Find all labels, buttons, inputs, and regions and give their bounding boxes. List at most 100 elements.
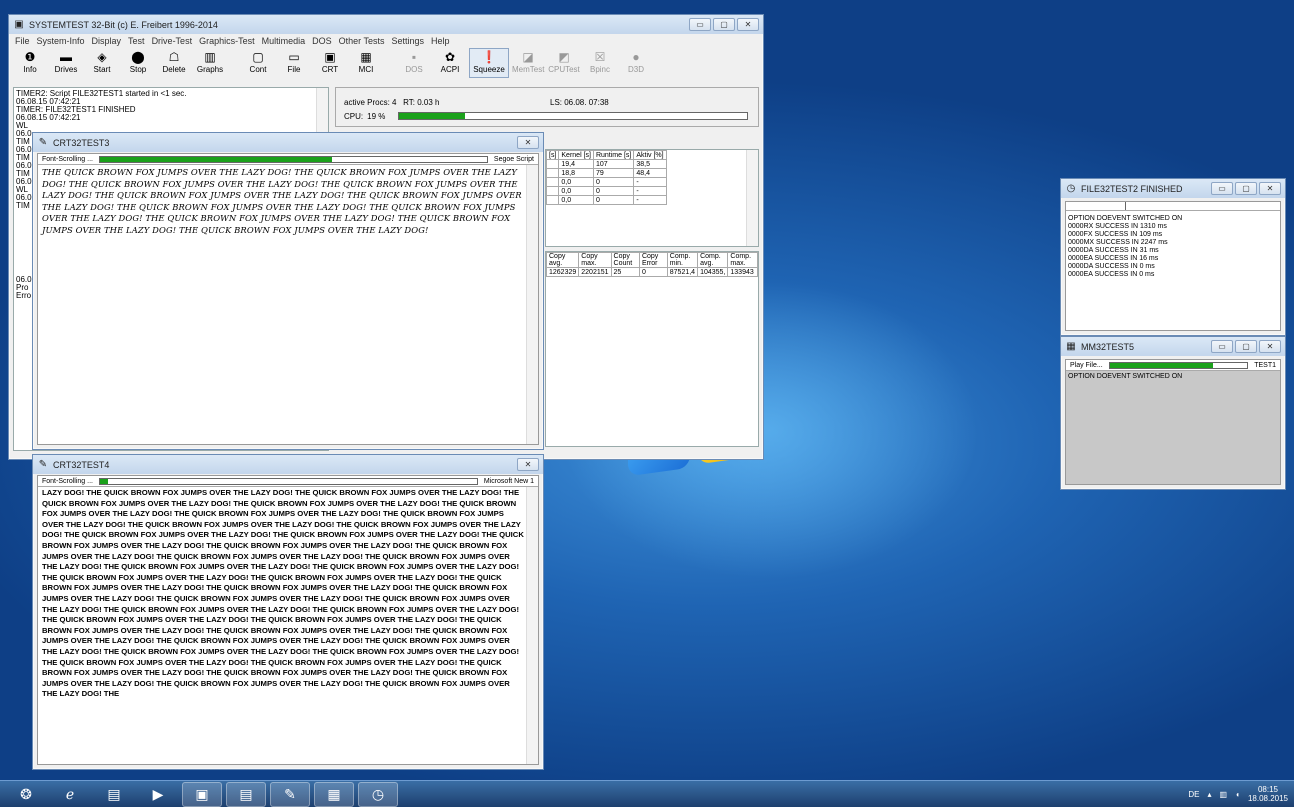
language-indicator[interactable]: DE xyxy=(1188,790,1199,799)
stop-button[interactable]: ⬤ Stop xyxy=(121,48,155,78)
toolbar-label: Delete xyxy=(162,65,186,74)
crt3-progress-fill xyxy=(99,156,333,162)
toolbar-label: CPUTest xyxy=(548,65,580,74)
close-button[interactable]: ✕ xyxy=(1259,182,1281,195)
info-button[interactable]: ❶ Info xyxy=(13,48,47,78)
crt-icon: ▣ xyxy=(324,50,336,64)
crt4-scrollbar[interactable] xyxy=(526,487,538,764)
delete-button[interactable]: ☖ Delete xyxy=(157,48,191,78)
table-row[interactable]: 18,8 79 48,4 xyxy=(545,168,667,178)
mci-icon: ▦ xyxy=(1066,341,1076,352)
toolbar-label: MemTest xyxy=(512,65,545,74)
cputest-button[interactable]: ◩ CPUTest xyxy=(547,48,581,78)
ie-icon[interactable]: ℯ xyxy=(50,782,90,807)
tray-arrow-icon[interactable]: ▴ xyxy=(1208,790,1212,799)
menu-file[interactable]: File xyxy=(15,36,30,46)
log-line: 0000DA SUCCESS IN 0 ms xyxy=(1068,263,1155,270)
table-row[interactable]: 1262329 2202151 25 0 87521,4 104355, 133943 xyxy=(545,267,758,277)
copy-table-header: Comp. avg. xyxy=(697,252,729,268)
table-cell: 25 xyxy=(610,267,640,277)
bpinc-button[interactable]: ☒ Bpinc xyxy=(583,48,617,78)
crt3-titlebar[interactable]: ✎ CRT32TEST3 ✕ xyxy=(33,133,543,152)
start-button[interactable]: ◈ Start xyxy=(85,48,119,78)
clock[interactable]: 08:15 18.08.2015 xyxy=(1248,785,1288,803)
timer-icon[interactable]: ◷ xyxy=(358,781,398,807)
table-cell: 104355, xyxy=(697,267,729,277)
file2-titlebar[interactable]: ◷ FILE32TEST2 FINISHED ▭ ▢ ✕ xyxy=(1061,179,1285,198)
crt-task-icon[interactable]: ▤ xyxy=(226,781,266,807)
mm5-titlebar[interactable]: ▦ MM32TEST5 ▭ ▢ ✕ xyxy=(1061,337,1285,356)
cpu-row: CPU: 19 % xyxy=(344,112,386,121)
system-tray: DE ▴ ▥ ◖ 08:15 18.08.2015 xyxy=(1188,785,1288,803)
drives-button[interactable]: ▬ Drives xyxy=(49,48,83,78)
acpi-button[interactable]: ✿ ACPI xyxy=(433,48,467,78)
file-button[interactable]: ▭ File xyxy=(277,48,311,78)
minimize-button[interactable]: ▭ xyxy=(1211,182,1233,195)
start-orb-icon[interactable]: ❂ xyxy=(6,782,46,807)
table-row[interactable]: 19,4 107 38,5 xyxy=(545,159,667,169)
main-titlebar[interactable]: ▣ SYSTEMTEST 32-Bit (c) E. Freibert 1996… xyxy=(9,15,763,34)
crt3-text: THE QUICK BROWN FOX JUMPS OVER THE LAZY … xyxy=(42,167,522,235)
tool-icon: ✎ xyxy=(38,137,48,148)
play-file-label: Play File... xyxy=(1070,361,1103,369)
maximize-button[interactable]: ▢ xyxy=(1235,182,1257,195)
log-line: OPTION DOEVENT SWITCHED ON xyxy=(1068,215,1183,222)
explorer-icon[interactable]: ▤ xyxy=(94,782,134,807)
toolbar-label: MCI xyxy=(358,65,374,74)
menu-display[interactable]: Display xyxy=(92,36,122,46)
table-row[interactable]: 0,0 0- xyxy=(545,186,667,196)
menu-settings[interactable]: Settings xyxy=(392,36,425,46)
close-button[interactable]: ✕ xyxy=(737,18,759,31)
maximize-button[interactable]: ▢ xyxy=(1235,340,1257,353)
crt4-titlebar[interactable]: ✎ CRT32TEST4 ✕ xyxy=(33,455,543,474)
menu-help[interactable]: Help xyxy=(431,36,450,46)
squeeze-button[interactable]: ❗ Squeeze xyxy=(469,48,509,78)
network-icon[interactable]: ▥ xyxy=(1220,790,1228,799)
menu-test[interactable]: Test xyxy=(128,36,145,46)
mci-button[interactable]: ▦ MCI xyxy=(349,48,383,78)
close-button[interactable]: ✕ xyxy=(517,458,539,471)
table-cell: 79 xyxy=(592,168,635,178)
minimize-button[interactable]: ▭ xyxy=(1211,340,1233,353)
graphs-button[interactable]: ▥ Graphs xyxy=(193,48,227,78)
file-icon: ▭ xyxy=(288,50,300,64)
menu-multimedia[interactable]: Multimedia xyxy=(262,36,306,46)
tool-icon[interactable]: ✎ xyxy=(270,781,310,807)
crt3-scrollbar[interactable] xyxy=(526,165,538,444)
menu-drive-test[interactable]: Drive-Test xyxy=(152,36,193,46)
memtest-button[interactable]: ◪ MemTest xyxy=(511,48,545,78)
d3d-button[interactable]: ● D3D xyxy=(619,48,653,78)
media-player-icon[interactable]: ▶ xyxy=(138,782,178,807)
menu-other-tests[interactable]: Other Tests xyxy=(339,36,385,46)
cont-button[interactable]: ▢ Cont xyxy=(241,48,275,78)
minimize-button[interactable]: ▭ xyxy=(689,18,711,31)
mci-icon: ▦ xyxy=(360,50,372,64)
close-button[interactable]: ✕ xyxy=(1259,340,1281,353)
font-scrolling-label: Font-Scrolling ... xyxy=(42,155,93,163)
maximize-button[interactable]: ▢ xyxy=(713,18,735,31)
proc-table-scrollbar[interactable] xyxy=(746,150,758,246)
table-row[interactable]: 0,0 0- xyxy=(545,195,667,205)
dos-button[interactable]: ▪ DOS xyxy=(397,48,431,78)
menu-system-info[interactable]: System-Info xyxy=(37,36,85,46)
close-button[interactable]: ✕ xyxy=(517,136,539,149)
copy-table: Copy avg. Copy max. Copy Count Copy Error Co… xyxy=(545,252,758,277)
crt32test4-window: ✎ CRT32TEST4 ✕ Font-Scrolling ... Micros… xyxy=(32,454,544,770)
cpu-bar xyxy=(398,112,748,120)
menu-graphics-test[interactable]: Graphics-Test xyxy=(199,36,255,46)
crt4-text: LAZY DOG! THE QUICK BROWN FOX JUMPS OVER… xyxy=(42,488,524,699)
copy-table-header: Comp. max. xyxy=(727,252,758,268)
table-cell: 133943 xyxy=(727,267,758,277)
log-line: 06.08.15 07:42:21 xyxy=(16,113,81,122)
menu-dos[interactable]: DOS xyxy=(312,36,332,46)
table-row[interactable]: 0,0 0- xyxy=(545,177,667,187)
file32test2-window: ◷ FILE32TEST2 FINISHED ▭ ▢ ✕ OPTION DOEV… xyxy=(1060,178,1286,336)
log-line: 0000FX SUCCESS IN 109 ms xyxy=(1068,231,1163,238)
font-name: Microsoft New 1 xyxy=(483,477,534,485)
systemtest-icon[interactable]: ▣ xyxy=(182,781,222,807)
mci-task-icon[interactable]: ▦ xyxy=(314,781,354,807)
volume-icon[interactable]: ◖ xyxy=(1235,790,1240,799)
crt-button[interactable]: ▣ CRT xyxy=(313,48,347,78)
toolbar-label: Drives xyxy=(54,65,78,74)
play-file-row: Play File... TEST1 xyxy=(1066,360,1280,371)
